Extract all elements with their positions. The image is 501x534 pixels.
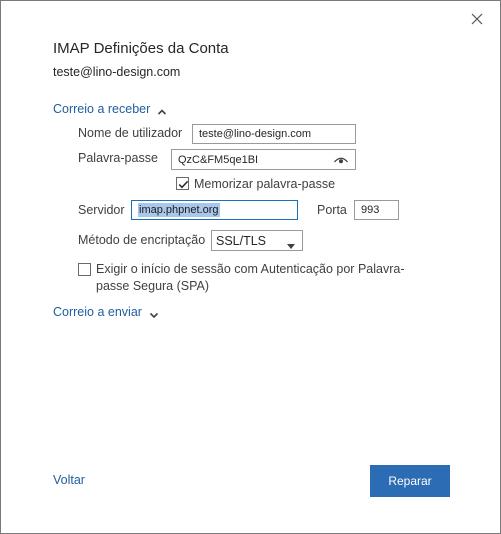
server-field[interactable]: imap.phpnet.org [131,200,298,220]
port-value: 993 [361,204,380,216]
account-settings-dialog: IMAP Definições da Conta teste@lino-desi… [0,0,501,534]
port-label: Porta [317,203,347,217]
outgoing-mail-toggle[interactable]: Correio a enviar [53,305,159,319]
dialog-title: IMAP Definições da Conta [53,40,229,57]
account-email: teste@lino-design.com [53,65,181,79]
password-field[interactable]: QzC&FM5qe1BI [171,149,356,170]
remember-password-checkbox[interactable] [176,177,189,190]
checkmark-icon [178,180,189,189]
chevron-up-icon [157,105,167,115]
encryption-label: Método de encriptação [78,233,206,247]
encryption-value: SSL/TLS [216,233,267,248]
spa-label-line2: passe Segura (SPA) [96,279,210,293]
password-value: QzC&FM5qe1BI [178,153,259,166]
username-field[interactable]: teste@lino-design.com [192,124,356,144]
repair-button[interactable]: Reparar [370,465,450,497]
eye-icon[interactable] [333,154,349,166]
spa-label-line1: Exigir o início de sessão com Autenticaç… [96,262,405,276]
port-field[interactable]: 993 [354,200,399,220]
spa-checkbox[interactable] [78,263,91,276]
server-label: Servidor [78,203,125,217]
close-icon[interactable] [468,10,486,28]
chevron-down-icon [149,308,159,319]
outgoing-mail-label: Correio a enviar [53,305,142,319]
spa-label: Exigir o início de sessão com Autenticaç… [96,261,416,295]
password-label: Palavra-passe [78,151,158,165]
encryption-dropdown[interactable]: SSL/TLS [211,230,303,251]
chevron-down-icon [287,238,295,249]
back-link[interactable]: Voltar [53,473,85,487]
username-value: teste@lino-design.com [199,128,312,140]
server-value: imap.phpnet.org [138,203,220,217]
remember-password-label: Memorizar palavra-passe [194,177,336,191]
username-label: Nome de utilizador [78,126,183,140]
incoming-mail-label: Correio a receber [53,102,151,116]
incoming-mail-toggle[interactable]: Correio a receber [53,102,167,116]
